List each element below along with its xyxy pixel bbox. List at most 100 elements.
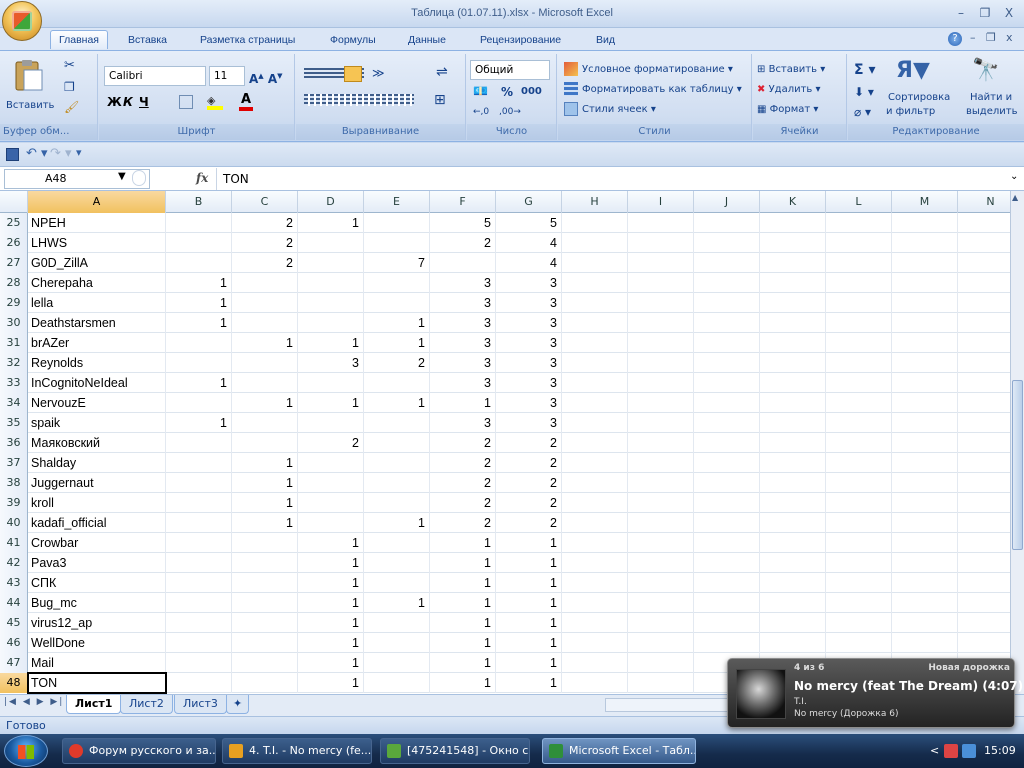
cell-value[interactable] (628, 573, 694, 593)
currency-icon[interactable]: 💶 (473, 84, 488, 98)
cell-value[interactable]: 2 (496, 493, 562, 513)
sort-filter-button-2[interactable]: и фильтр (886, 102, 935, 122)
bold-button[interactable]: Ж (107, 92, 122, 112)
cell-value[interactable] (166, 513, 232, 533)
percent-button[interactable]: % (501, 82, 513, 102)
cell-value[interactable]: 1 (430, 653, 496, 673)
save-icon[interactable] (6, 148, 19, 161)
cell-value[interactable] (364, 433, 430, 453)
cell-value[interactable] (760, 513, 826, 533)
cell-value[interactable]: 1 (430, 533, 496, 553)
undo-icon[interactable]: ↶ ▾ (26, 146, 48, 161)
cell-value[interactable] (298, 233, 364, 253)
cell-value[interactable]: 2 (496, 513, 562, 533)
row-header[interactable]: 35 (0, 413, 28, 433)
clock[interactable]: 15:09 (984, 734, 1016, 768)
row-header[interactable]: 44 (0, 593, 28, 613)
cell-value[interactable]: 1 (496, 613, 562, 633)
cell-value[interactable] (364, 233, 430, 253)
cell-value[interactable]: 1 (232, 333, 298, 353)
cell-value[interactable] (958, 593, 1010, 613)
cell-name[interactable]: kroll (28, 493, 166, 513)
cell-value[interactable] (562, 213, 628, 233)
cell-value[interactable] (826, 533, 892, 553)
cell-value[interactable] (166, 593, 232, 613)
cell-value[interactable] (694, 213, 760, 233)
cell-value[interactable] (232, 593, 298, 613)
media-player-popup[interactable]: 4 из 6 Новая дорожка No mercy (feat The … (727, 658, 1023, 728)
cell-name[interactable]: Pava3 (28, 553, 166, 573)
cell-value[interactable] (826, 233, 892, 253)
cell-value[interactable]: 3 (496, 413, 562, 433)
cell-value[interactable]: 1 (298, 653, 364, 673)
cell-value[interactable]: 1 (496, 593, 562, 613)
cell-value[interactable] (562, 573, 628, 593)
cell-value[interactable] (958, 493, 1010, 513)
cell-value[interactable] (826, 333, 892, 353)
cell-value[interactable] (628, 233, 694, 253)
row-header[interactable]: 45 (0, 613, 28, 633)
cell-value[interactable] (628, 273, 694, 293)
cell-value[interactable] (694, 373, 760, 393)
number-format-combo[interactable]: Общий (470, 60, 550, 80)
cell-value[interactable] (826, 493, 892, 513)
cell-value[interactable]: 1 (298, 393, 364, 413)
cell-value[interactable] (364, 553, 430, 573)
borders-icon[interactable] (179, 95, 193, 109)
cell-value[interactable] (958, 353, 1010, 373)
cell-value[interactable] (826, 293, 892, 313)
ribbon-restore-icon[interactable]: ❐ (986, 31, 996, 44)
cell-name[interactable]: brAZer (28, 333, 166, 353)
cell-value[interactable] (166, 433, 232, 453)
column-header-n[interactable]: N (958, 191, 1010, 213)
cell-value[interactable] (232, 673, 298, 693)
cell-value[interactable] (958, 533, 1010, 553)
cell-value[interactable] (364, 613, 430, 633)
taskbar-item-forum[interactable]: Форум русского и за... (62, 738, 216, 764)
sheet-tab-1[interactable]: Лист1 (66, 695, 122, 714)
cell-value[interactable]: 3 (430, 313, 496, 333)
network-icon[interactable] (962, 744, 976, 758)
cell-value[interactable]: 3 (298, 353, 364, 373)
cell-value[interactable]: 3 (496, 273, 562, 293)
row-header[interactable]: 26 (0, 233, 28, 253)
taskbar-item-player[interactable]: 4. T.I. - No mercy (fe... (222, 738, 372, 764)
cell-value[interactable] (562, 593, 628, 613)
cell-value[interactable]: 3 (496, 313, 562, 333)
decrease-decimal-icon[interactable]: ,00→ (499, 102, 521, 122)
cell-value[interactable] (958, 373, 1010, 393)
taskbar-item-excel[interactable]: Microsoft Excel - Табл... (542, 738, 696, 764)
close-button[interactable]: X (998, 4, 1020, 22)
cell-name[interactable]: LHWS (28, 233, 166, 253)
cell-value[interactable] (166, 633, 232, 653)
row-header[interactable]: 28 (0, 273, 28, 293)
cell-value[interactable] (826, 273, 892, 293)
cell-value[interactable] (694, 413, 760, 433)
cell-name[interactable]: NPEH (28, 213, 166, 233)
cell-value[interactable] (892, 513, 958, 533)
cell-value[interactable]: 1 (364, 593, 430, 613)
format-painter-icon[interactable]: 🖌 (64, 100, 79, 114)
cell-value[interactable] (958, 293, 1010, 313)
cell-value[interactable] (166, 473, 232, 493)
cell-value[interactable]: 2 (496, 473, 562, 493)
row-header[interactable]: 48 (0, 673, 28, 693)
cell-value[interactable] (628, 353, 694, 373)
cell-value[interactable] (562, 353, 628, 373)
column-header-a[interactable]: A (28, 191, 166, 213)
row-header[interactable]: 25 (0, 213, 28, 233)
cell-value[interactable] (826, 613, 892, 633)
column-header-i[interactable]: I (628, 191, 694, 213)
cell-value[interactable]: 1 (430, 573, 496, 593)
cell-value[interactable] (166, 573, 232, 593)
cell-value[interactable]: 1 (430, 613, 496, 633)
cell-value[interactable] (892, 313, 958, 333)
cell-value[interactable] (760, 433, 826, 453)
cell-value[interactable] (958, 513, 1010, 533)
cell-value[interactable]: 1 (298, 633, 364, 653)
cell-value[interactable] (694, 493, 760, 513)
cell-value[interactable] (958, 633, 1010, 653)
cell-value[interactable] (958, 553, 1010, 573)
taskbar-item-chat[interactable]: [475241548] - Окно с... (380, 738, 530, 764)
cell-value[interactable] (562, 653, 628, 673)
